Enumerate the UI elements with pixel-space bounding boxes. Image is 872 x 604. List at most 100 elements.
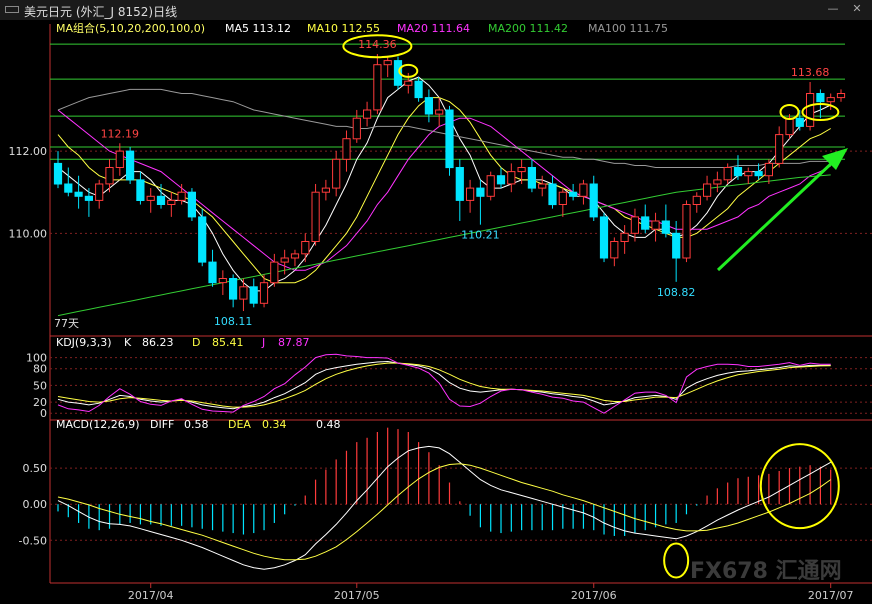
price-annotation: 108.82 — [657, 286, 696, 299]
kdj-legend-k-label: K — [124, 336, 132, 349]
candle-body — [259, 282, 269, 304]
candle-body — [723, 167, 732, 181]
period-label: 77天 — [54, 317, 79, 330]
legend-ma10: MA10 112.55 — [307, 22, 380, 35]
candle-body — [548, 183, 557, 206]
candle-body — [435, 109, 444, 115]
x-tick-label: 2017/07 — [808, 589, 854, 602]
candle-body — [527, 167, 536, 189]
kdj-legend-k: 86.23 — [142, 336, 174, 349]
kdj-tick-label: 50 — [33, 379, 47, 392]
macd-legend-name: MACD(12,26,9) — [56, 418, 140, 431]
candle-body — [84, 195, 94, 201]
candle-body — [229, 278, 238, 300]
price-tick-label: 110.00 — [9, 227, 48, 240]
candle-body — [404, 80, 413, 86]
watermark: FX678 汇通网 — [690, 559, 842, 584]
price-annotation: 110.21 — [461, 229, 500, 242]
candle-body — [826, 97, 835, 103]
x-tick-label: 2017/06 — [571, 589, 617, 602]
candle-body — [775, 134, 784, 164]
candle-body — [641, 216, 650, 230]
candle-body — [754, 171, 763, 177]
candle-body — [424, 97, 433, 115]
candle-body — [218, 278, 227, 284]
candle-body — [136, 179, 145, 201]
macd-legend-dea: 0.34 — [262, 418, 287, 431]
candle-body — [764, 162, 773, 177]
candle-body — [682, 204, 691, 259]
legend-ma200: MA200 111.42 — [488, 22, 568, 35]
candle-body — [187, 191, 197, 218]
candle-body — [703, 183, 712, 197]
candle-body — [290, 253, 300, 259]
stock-chart[interactable]: 112.00110.0010080502000.500.00-0.502017/… — [0, 20, 872, 604]
candle-body — [156, 195, 166, 206]
candle-body — [486, 175, 495, 197]
x-tick-label: 2017/04 — [128, 589, 174, 602]
candle-body — [589, 183, 598, 218]
candle-body — [239, 286, 248, 300]
price-annotation: 112.19 — [101, 127, 140, 140]
legend-ma100: MA100 111.75 — [588, 22, 668, 35]
price-tick-label: 112.00 — [9, 145, 48, 158]
candle-body — [352, 117, 361, 140]
macd-legend-dea-label: DEA — [228, 418, 251, 431]
candle-body — [569, 191, 578, 197]
candle-body — [342, 138, 351, 160]
kdj-legend-d: 85.41 — [212, 336, 244, 349]
legend-ma-group: MA组合(5,10,20,200,100,0) — [56, 21, 205, 35]
candle-body — [816, 93, 825, 103]
candle-body — [661, 220, 670, 234]
candle-body — [620, 232, 629, 243]
candle-body — [599, 216, 609, 259]
candle-body — [311, 191, 320, 242]
kdj-tick-label: 0 — [40, 407, 47, 420]
window-title: 美元日元 (外汇_J 8152)日线 — [24, 5, 178, 19]
candle-body — [496, 175, 506, 185]
kdj-legend-d-label: D — [192, 336, 200, 349]
candle-body — [744, 171, 753, 177]
candle-body — [517, 167, 526, 173]
kdj-tick-label: 80 — [33, 363, 47, 376]
kdj-legend-j: 87.87 — [278, 336, 310, 349]
candle-body — [579, 183, 588, 197]
macd-tick-label: 0.50 — [23, 462, 48, 475]
candle-body — [321, 187, 330, 193]
macd-legend-diff-label: DIFF — [150, 418, 174, 431]
legend-ma5: MA5 113.12 — [225, 22, 291, 35]
candle-body — [383, 60, 392, 66]
candle-body — [455, 167, 464, 201]
candle-body — [198, 216, 207, 263]
candle-body — [146, 195, 155, 201]
price-annotation: 108.11 — [214, 315, 253, 328]
candle-body — [414, 80, 423, 99]
macd-legend-diff: 0.58 — [184, 418, 209, 431]
macd-legend-macd: 0.48 — [316, 418, 341, 431]
candle-body — [373, 64, 382, 111]
candle-body — [301, 241, 310, 255]
window-icon — [5, 6, 19, 13]
candle-body — [280, 257, 289, 263]
candle-body — [64, 183, 73, 193]
candle-body — [466, 187, 475, 201]
candle-body — [672, 232, 681, 259]
candle-body — [177, 191, 186, 201]
candle-body — [74, 191, 83, 197]
kdj-legend-j-label: J — [261, 336, 265, 349]
candle-body — [270, 261, 279, 284]
candle-body — [713, 179, 722, 185]
candle-body — [332, 158, 341, 189]
minimize-icon[interactable]: — — [826, 2, 840, 16]
candle-body — [795, 117, 804, 127]
candle-body — [558, 191, 567, 205]
close-icon[interactable]: ✕ — [850, 2, 864, 16]
candle-body — [610, 241, 619, 259]
candle-body — [208, 261, 217, 284]
candle-body — [95, 183, 104, 201]
candle-body — [445, 109, 454, 169]
candle-body — [126, 150, 135, 181]
candle-body — [476, 187, 485, 197]
candle-body — [836, 93, 846, 99]
legend-ma20: MA20 111.64 — [397, 22, 470, 35]
